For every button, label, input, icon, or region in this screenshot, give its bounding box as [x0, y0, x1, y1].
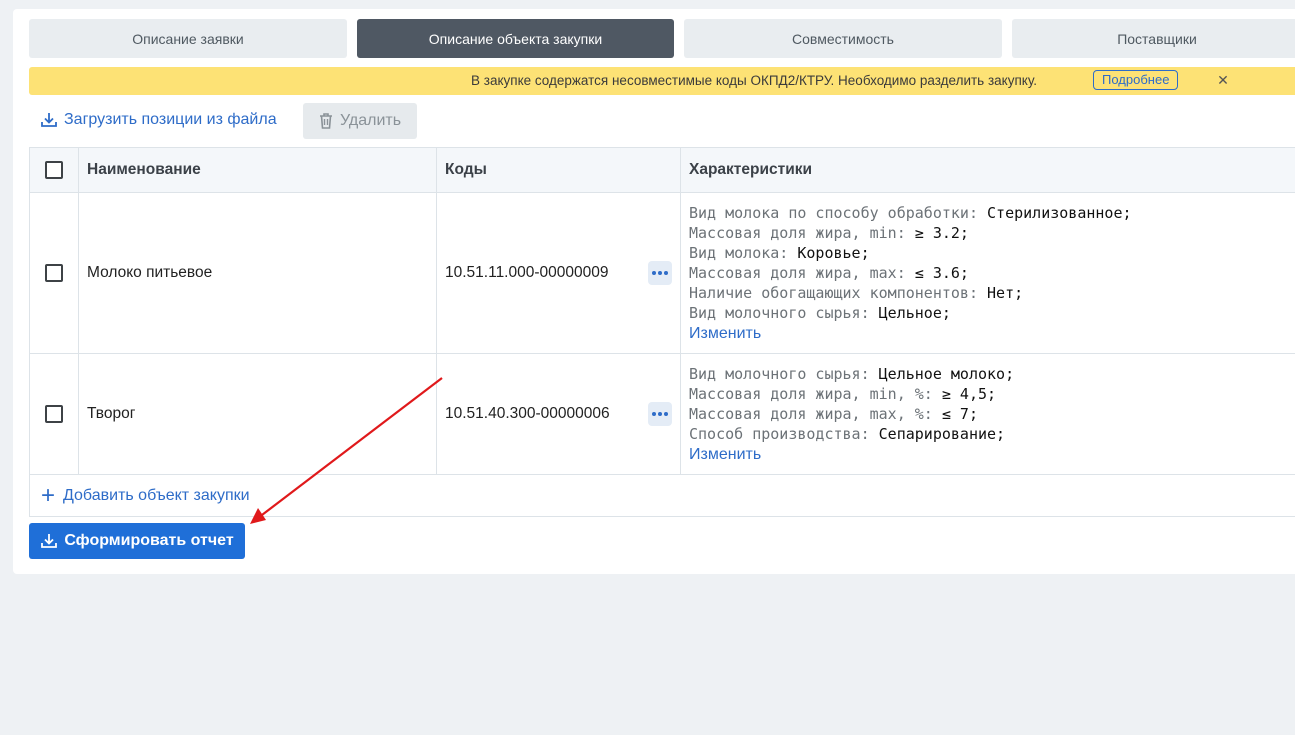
item-code: 10.51.40.300-00000006: [445, 405, 610, 422]
download-icon: [41, 113, 57, 127]
warning-text: В закупке содержатся несовместимые коды …: [471, 73, 1037, 88]
divider: [29, 516, 1295, 517]
main-card: Описание заявки Описание объекта закупки…: [13, 9, 1295, 574]
tab-compatibility[interactable]: Совместимость: [684, 19, 1002, 58]
table-row: Творог 10.51.40.300-00000006 Вид молочно…: [29, 353, 1295, 475]
delete-button[interactable]: Удалить: [303, 103, 417, 139]
char-line: Вид молока: Коровье;: [689, 244, 870, 262]
item-code: 10.51.11.000-00000009: [445, 264, 609, 281]
char-line: Массовая доля жира, max, %: ≤ 7;: [689, 405, 978, 423]
add-procurement-object-button[interactable]: + Добавить объект закупки: [38, 481, 1295, 509]
row-checkbox[interactable]: [45, 404, 63, 423]
tab-request-description[interactable]: Описание заявки: [29, 19, 347, 58]
column-header-name: Наименование: [78, 147, 437, 193]
procurement-table: Наименование Коды Характеристики Молоко …: [29, 147, 1295, 517]
edit-link[interactable]: Изменить: [689, 445, 761, 465]
tab-procurement-object[interactable]: Описание объекта закупки: [357, 19, 674, 58]
item-characteristics: Вид молочного сырья: Цельное молоко; Мас…: [680, 353, 1295, 475]
item-name: Молоко питьевое: [78, 192, 437, 354]
char-line: Массовая доля жира, min, %: ≥ 4,5;: [689, 385, 997, 403]
char-line: Вид молока по способу обработки: Стерили…: [689, 204, 1132, 222]
char-line: Вид молочного сырья: Цельное молоко;: [689, 365, 1015, 383]
delete-label: Удалить: [339, 112, 402, 129]
table-header-row: Наименование Коды Характеристики: [29, 147, 1295, 193]
select-all-cell: [29, 147, 79, 193]
download-icon: [41, 534, 58, 548]
table-row: Молоко питьевое 10.51.11.000-00000009 Ви…: [29, 192, 1295, 354]
tab-suppliers[interactable]: Поставщики: [1012, 19, 1295, 58]
char-line: Наличие обогащающих компонентов: Нет;: [689, 284, 1024, 302]
char-line: Способ производства: Сепарирование;: [689, 425, 1006, 443]
report-label: Сформировать отчет: [64, 532, 234, 549]
char-line: Вид молочного сырья: Цельное;: [689, 304, 951, 322]
row-checkbox[interactable]: [45, 263, 63, 282]
char-line: Массовая доля жира, min: ≥ 3.2;: [689, 224, 969, 242]
column-header-codes: Коды: [436, 147, 681, 193]
item-code-cell: 10.51.40.300-00000006: [436, 353, 681, 475]
close-icon[interactable]: ✕: [1215, 70, 1231, 90]
upload-label: Загрузить позиции из файла: [64, 111, 277, 128]
row-checkbox-cell: [29, 353, 79, 475]
item-name: Творог: [78, 353, 437, 475]
select-all-checkbox[interactable]: [45, 160, 63, 179]
plus-icon: +: [41, 481, 56, 509]
add-row-cell: + Добавить объект закупки: [29, 474, 1295, 517]
tab-bar: Описание заявки Описание объекта закупки…: [29, 19, 1295, 58]
item-characteristics: Вид молока по способу обработки: Стерили…: [680, 192, 1295, 354]
warning-banner: В закупке содержатся несовместимые коды …: [29, 67, 1295, 95]
add-row: + Добавить объект закупки: [29, 474, 1295, 517]
more-options-icon[interactable]: [648, 261, 672, 285]
more-info-button[interactable]: Подробнее: [1093, 70, 1179, 90]
add-label: Добавить объект закупки: [63, 486, 250, 504]
row-checkbox-cell: [29, 192, 79, 354]
more-options-icon[interactable]: [648, 402, 672, 426]
upload-from-file-button[interactable]: Загрузить позиции из файла: [40, 109, 277, 131]
char-line: Массовая доля жира, max: ≤ 3.6;: [689, 264, 969, 282]
item-code-cell: 10.51.11.000-00000009: [436, 192, 681, 354]
column-header-characteristics: Характеристики: [680, 147, 1295, 193]
generate-report-button[interactable]: Сформировать отчет: [29, 523, 245, 559]
trash-icon: [319, 113, 332, 129]
edit-link[interactable]: Изменить: [689, 324, 761, 344]
